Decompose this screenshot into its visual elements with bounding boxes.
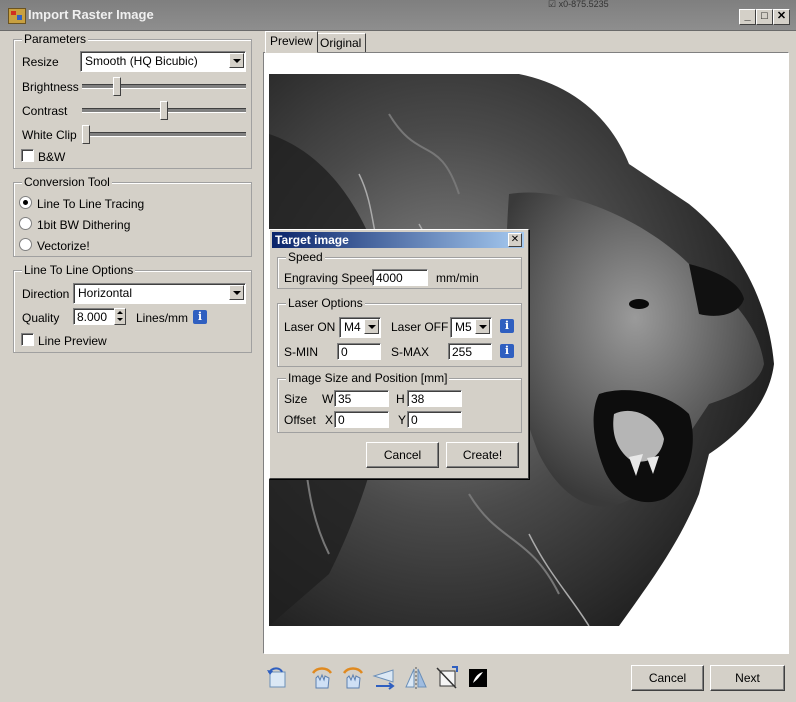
line-preview-checkbox[interactable] [21,333,34,346]
contrast-slider-thumb[interactable] [160,101,168,120]
chevron-down-icon[interactable] [475,319,490,334]
cancel-button[interactable]: Cancel [631,665,704,691]
resize-label: Resize [22,55,59,69]
app-icon [8,8,26,24]
import-raster-window: Import Raster Image ☑ x0-875.5235 _ □ ✕ … [0,0,796,702]
contrast-label: Contrast [22,104,68,118]
radio-1bit-dithering[interactable] [19,217,32,230]
tab-original[interactable]: Original [315,33,367,53]
parameters-legend: Parameters [22,32,89,46]
radio-vectorize[interactable] [19,238,32,251]
white-clip-label: White Clip [22,128,77,142]
laser-off-label: Laser OFF [391,320,449,334]
quality-stepper[interactable] [114,308,126,325]
quality-unit: Lines/mm [136,311,189,325]
target-image-dialog: Target image ✕ Speed Engraving Speed 400… [269,229,529,479]
smax-label: S-MAX [391,345,430,359]
h-label: H [396,392,405,406]
chevron-down-icon[interactable] [229,285,244,300]
close-button[interactable]: ✕ [773,9,790,25]
brightness-slider-thumb[interactable] [113,77,122,96]
white-clip-slider-thumb[interactable] [82,125,90,144]
conversion-tool-legend: Conversion Tool [22,175,112,189]
laser-on-value: M4 [344,320,361,334]
title-bar[interactable]: Import Raster Image ☑ x0-875.5235 _ □ ✕ [0,0,796,31]
tab-preview[interactable]: Preview [265,31,318,53]
info-icon[interactable]: i [500,319,514,333]
white-clip-slider-track[interactable] [82,132,246,137]
rotate-hand-left-icon[interactable] [309,664,335,692]
crop-icon[interactable] [434,664,460,692]
brightness-label: Brightness [22,80,79,94]
line-preview-label: Line Preview [38,334,107,348]
flip-horizontal-icon[interactable] [371,664,397,692]
chevron-down-icon[interactable] [364,319,379,334]
bw-checkbox[interactable] [21,149,34,162]
laser-off-value: M5 [455,320,472,334]
option-vectorize-label: Vectorize! [37,239,90,253]
resize-value: Smooth (HQ Bicubic) [85,54,198,68]
offset-y-input[interactable]: 0 [407,411,462,428]
offset-x-input[interactable]: 0 [334,411,389,428]
size-label: Size [284,392,308,406]
minimize-button[interactable]: _ [739,9,756,25]
width-input[interactable]: 35 [334,390,389,407]
resize-combo[interactable]: Smooth (HQ Bicubic) [80,51,246,72]
laser-options-legend: Laser Options [286,296,365,310]
engraving-speed-label: Engraving Speed [284,271,377,285]
dialog-title-bar[interactable]: Target image ✕ [272,232,524,248]
title-status-fragment: ☑ x0-875.5235 [548,0,609,8]
image-size-legend: Image Size and Position [mm] [286,371,450,385]
laser-off-combo[interactable]: M5 [450,317,492,338]
option-line-to-line-label: Line To Line Tracing [37,197,145,211]
dialog-close-icon[interactable]: ✕ [508,233,522,247]
brightness-slider-track[interactable] [82,84,246,89]
speed-legend: Speed [286,250,325,264]
radio-line-to-line[interactable] [19,196,32,209]
info-icon[interactable]: i [193,310,207,324]
chevron-down-icon[interactable] [229,53,244,68]
line-options-legend: Line To Line Options [22,263,136,277]
laser-on-combo[interactable]: M4 [339,317,381,338]
speed-unit: mm/min [436,271,479,285]
option-dithering-label: 1bit BW Dithering [37,218,131,232]
create-button[interactable]: Create! [446,442,519,468]
rotate-ccw-icon[interactable] [264,664,290,692]
x-label: X [325,413,334,427]
y-label: Y [398,413,407,427]
next-button[interactable]: Next [710,665,785,691]
window-title: Import Raster Image [28,7,154,22]
direction-combo[interactable]: Horizontal [73,283,246,304]
w-label: W [322,392,334,406]
laser-on-label: Laser ON [284,320,336,334]
maximize-button[interactable]: □ [756,9,773,25]
height-input[interactable]: 38 [407,390,462,407]
quality-label: Quality [22,311,60,325]
engraving-speed-input[interactable]: 4000 [372,269,428,286]
invert-icon[interactable] [465,664,491,692]
smin-label: S-MIN [284,345,318,359]
dialog-title: Target image [275,233,349,247]
direction-label: Direction [22,287,70,301]
flip-vertical-icon[interactable] [403,664,429,692]
direction-value: Horizontal [78,286,133,300]
bw-label: B&W [38,150,66,164]
smin-input[interactable]: 0 [337,343,381,360]
offset-label: Offset [284,413,316,427]
info-icon[interactable]: i [500,344,514,358]
smax-input[interactable]: 255 [448,343,492,360]
quality-input[interactable]: 8.000 [73,308,115,325]
dialog-cancel-button[interactable]: Cancel [366,442,439,468]
rotate-hand-right-icon[interactable] [340,664,366,692]
